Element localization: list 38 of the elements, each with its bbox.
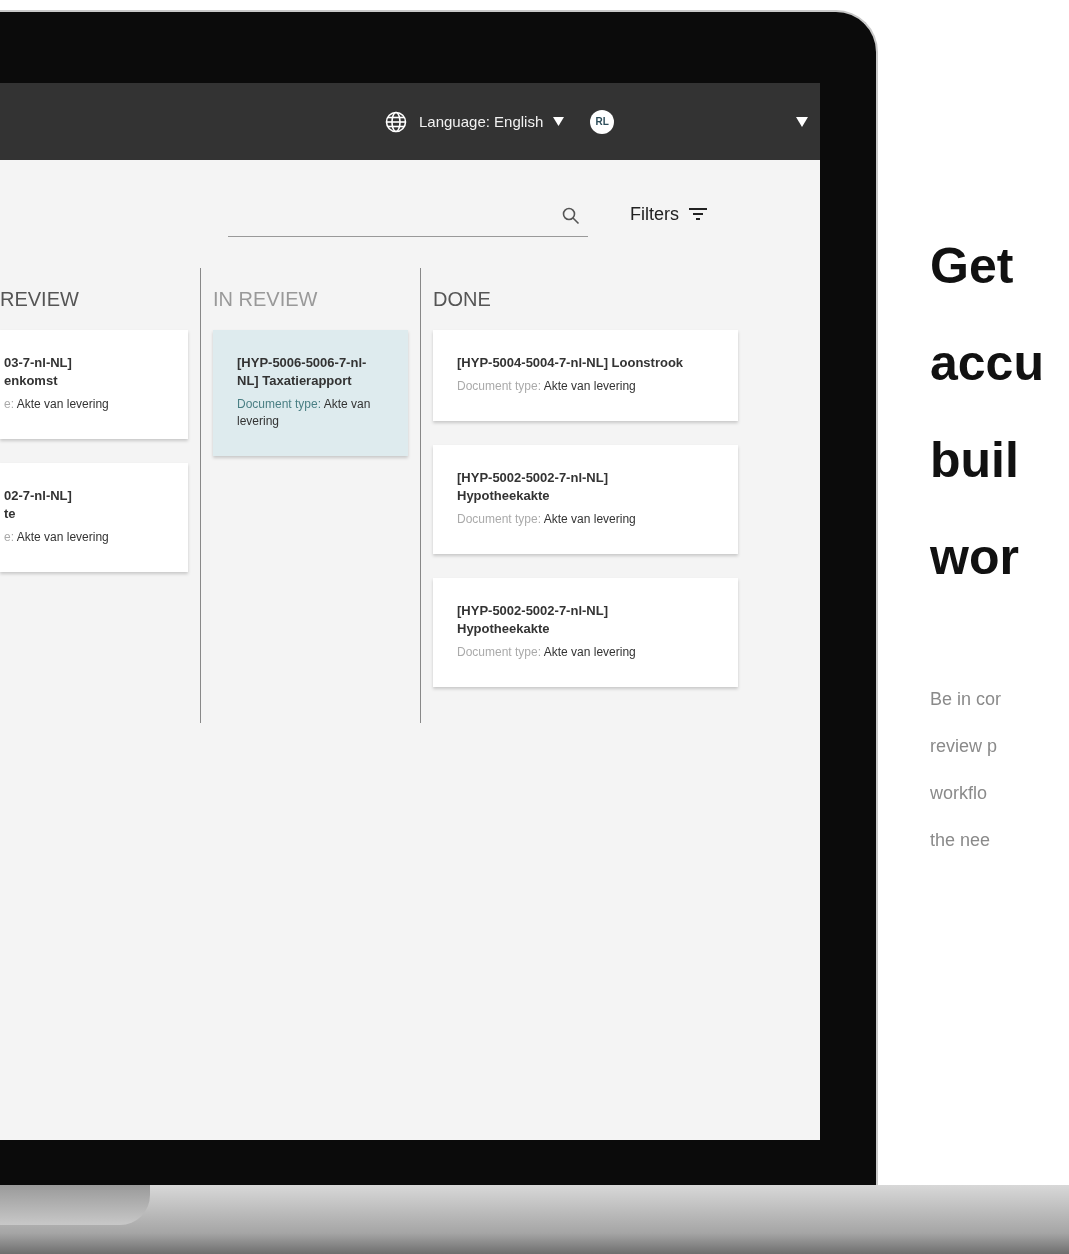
search-field[interactable] <box>228 207 588 237</box>
caret-icon <box>553 117 565 126</box>
document-card[interactable]: [HYP-5002-5002-7-nl-NL] Hypotheekakte Document type: Akte van levering <box>433 578 738 687</box>
body-text-line: Be in cor <box>930 688 1003 711</box>
card-title: 03-7-nl-NL] enkomst <box>4 354 73 390</box>
document-card[interactable]: 02-7-nl-NL] te e: Akte van levering <box>0 463 188 572</box>
document-card[interactable]: [HYP-5006-5006-7-nl- NL] Taxatierapport Document type: Akte van levering <box>213 330 408 456</box>
heading-line: Get <box>930 237 1015 296</box>
document-card[interactable]: [HYP-5002-5002-7-nl-NL] Hypotheekakte Document type: Akte van levering <box>433 445 738 554</box>
document-card[interactable]: [HYP-5004-5004-7-nl-NL] Loonstrook Document type: Akte van levering <box>433 330 738 421</box>
body-text-line: the nee <box>930 829 992 852</box>
column-header: DONE <box>433 288 492 312</box>
document-type: Document type: Akte van levering <box>237 396 372 430</box>
document-type: Document type: Akte van levering <box>457 644 637 661</box>
heading-line: accu <box>930 334 1045 393</box>
column-header: IN REVIEW <box>213 288 319 312</box>
card-title: 02-7-nl-NL] te <box>4 487 73 523</box>
caret-icon[interactable] <box>796 116 808 127</box>
card-title: [HYP-5004-5004-7-nl-NL] Loonstrook <box>457 354 685 372</box>
document-type: e: Akte van levering <box>4 396 110 413</box>
heading-line: wor <box>930 528 1020 587</box>
card-title: [HYP-5002-5002-7-nl-NL] Hypotheekakte <box>457 602 609 638</box>
heading-line: buil <box>930 431 1020 490</box>
document-type: e: Akte van levering <box>4 529 110 546</box>
search-icon <box>562 207 580 225</box>
column-header: REVIEW <box>0 288 80 312</box>
filter-icon <box>688 207 708 221</box>
document-type: Document type: Akte van levering <box>457 378 637 395</box>
filters-button[interactable]: Filters <box>630 203 708 225</box>
document-card[interactable]: 03-7-nl-NL] enkomst e: Akte van levering <box>0 330 188 439</box>
globe-icon <box>385 110 407 133</box>
card-title: [HYP-5002-5002-7-nl-NL] Hypotheekakte <box>457 469 609 505</box>
body-text-line: review p <box>930 735 999 758</box>
language-dropdown[interactable]: Language: English <box>419 113 565 130</box>
user-avatar[interactable]: RL <box>590 109 615 134</box>
body-text-line: workflo <box>930 782 988 805</box>
document-type: Document type: Akte van levering <box>457 511 637 528</box>
card-title: [HYP-5006-5006-7-nl- NL] Taxatierapport <box>237 354 368 390</box>
